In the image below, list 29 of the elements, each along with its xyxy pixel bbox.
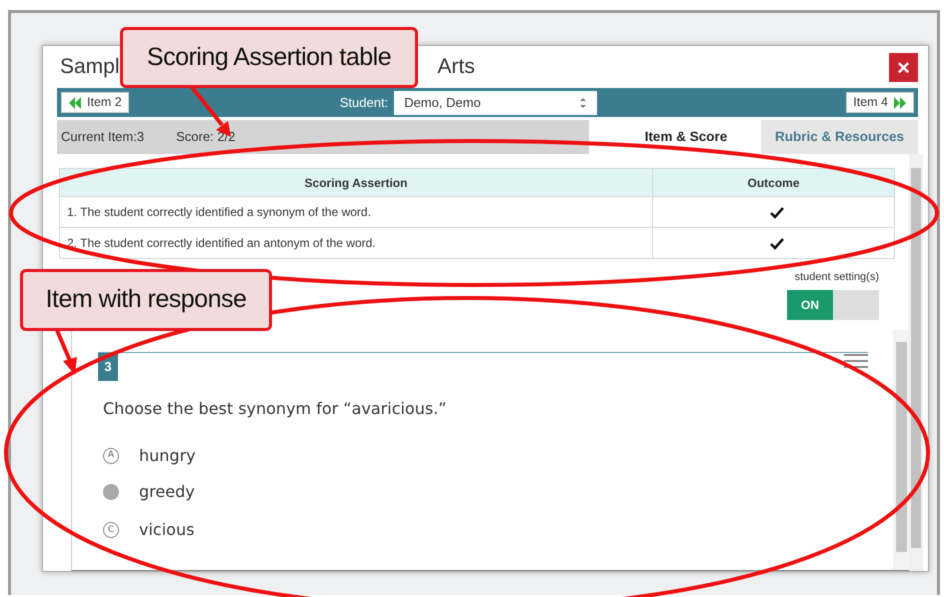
column-header: Scoring Assertion [60,168,652,196]
table-cell: 1. The student correctly identified a synonym of the word. [60,196,652,228]
callout-label: Scoring Assertion table [120,27,418,88]
student-select[interactable]: Demo, Demo [394,90,598,114]
answer-option[interactable]: C vicious [103,518,194,542]
answer-option[interactable]: A hungry [103,444,196,468]
question-text: Choose the best synonym for “avaricious.” [103,398,448,420]
column-header: Outcome [652,168,894,196]
double-right-arrow-icon [893,96,907,110]
window-title: Arts [438,54,475,80]
setting-label: student setting(s) [794,270,879,285]
scrollbar[interactable] [909,154,923,571]
radio-dot-icon [103,484,119,500]
double-left-arrow-icon [68,96,82,110]
window-title: Sampl [60,54,120,80]
toggle-switch[interactable]: ON [787,290,879,320]
answer-option[interactable]: greedy [103,480,195,504]
close-button[interactable]: × [889,52,918,82]
student-label: Student: [340,94,388,112]
scrollbar[interactable] [893,330,909,570]
tab[interactable]: Rubric & Resources [760,120,918,154]
current-item-label: Current Item:3 [61,128,144,146]
next-item-button[interactable]: Item 4 [846,92,914,113]
radio-letter-icon: A [103,448,119,464]
menu-icon [844,353,868,369]
callout-label: Item with response [20,269,272,331]
previous-item-button[interactable]: Item 2 [61,92,129,113]
radio-letter-icon: C [103,522,119,538]
spinner-icon [579,96,588,108]
